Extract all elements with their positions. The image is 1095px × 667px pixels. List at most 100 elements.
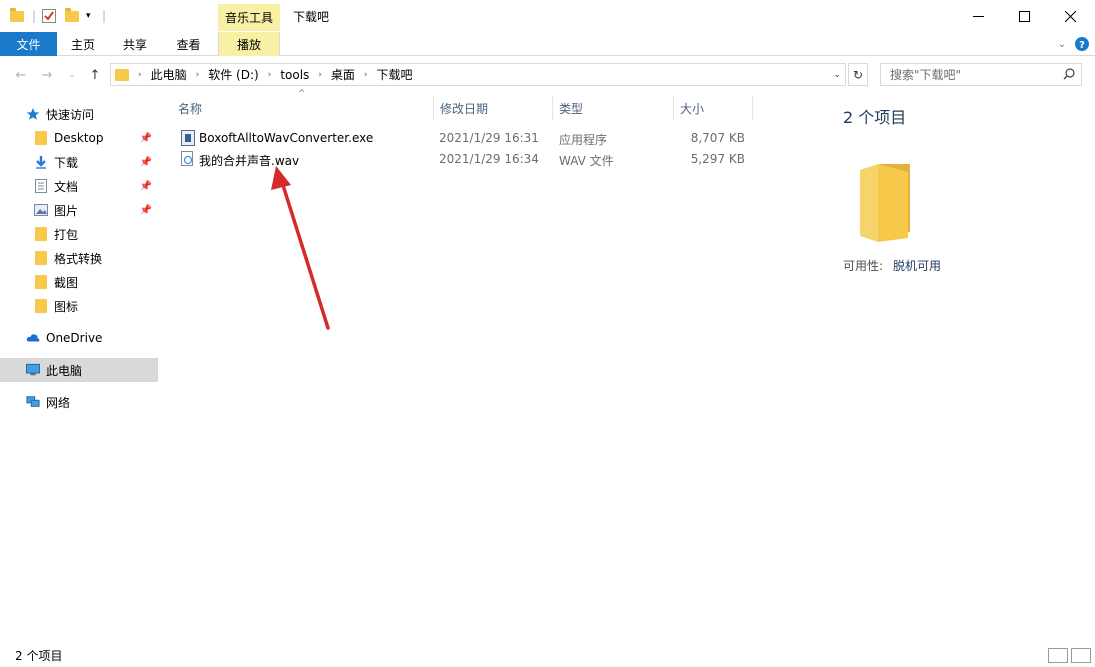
sidebar-item-pictures[interactable]: 图片 📌 — [0, 198, 158, 222]
sidebar-item-label: 快速访问 — [46, 107, 95, 122]
tab-view[interactable]: 查看 — [161, 32, 216, 56]
maximize-button[interactable] — [1001, 0, 1047, 32]
sidebar-item-quick-access[interactable]: 快速访问 — [0, 102, 158, 126]
folder-icon — [34, 227, 48, 241]
breadcrumb-desktop[interactable]: 桌面 — [331, 66, 355, 83]
column-header-name[interactable]: 名称 — [172, 96, 434, 121]
separator: | — [102, 9, 107, 23]
pin-icon: 📌 — [139, 132, 152, 144]
breadcrumb-drive[interactable]: 软件 (D:) — [208, 66, 258, 83]
forward-icon[interactable]: → — [38, 66, 56, 84]
properties-icon[interactable] — [42, 6, 56, 26]
folder-icon — [34, 131, 48, 145]
exe-icon — [181, 130, 195, 146]
sidebar-item-folder[interactable]: 截图 — [0, 270, 158, 294]
pin-icon: 📌 — [139, 180, 152, 192]
ribbon-expand-icon[interactable]: ⌄ — [1054, 32, 1070, 56]
tab-play[interactable]: 播放 — [218, 32, 280, 56]
tab-share[interactable]: 共享 — [109, 32, 161, 56]
sidebar-item-desktop[interactable]: Desktop 📌 — [0, 126, 158, 150]
folder-icon — [34, 275, 48, 289]
address-bar[interactable]: › 此电脑 › 软件 (D:) › tools › 桌面 › 下载吧 ⌄ — [110, 63, 846, 86]
pin-icon: 📌 — [139, 156, 152, 168]
sidebar-item-label: OneDrive — [46, 331, 103, 345]
file-type: 应用程序 — [559, 133, 608, 147]
availability-label: 可用性: — [843, 259, 884, 273]
sidebar-item-network[interactable]: 网络 — [0, 390, 158, 414]
details-view-button[interactable] — [1048, 648, 1068, 663]
tab-file[interactable]: 文件 — [0, 32, 57, 56]
sidebar-item-label: 图片 — [54, 203, 79, 218]
column-header-size[interactable]: 大小 — [674, 96, 753, 121]
wav-icon — [181, 151, 193, 166]
sidebar-item-label: 打包 — [54, 227, 79, 242]
folder-icon — [34, 251, 48, 265]
address-row: ← → ⌄ ↑ › 此电脑 › 软件 (D:) › tools › 桌面 › 下… — [0, 62, 1095, 88]
file-size: 8,707 KB — [690, 131, 745, 145]
folder-icon — [34, 299, 48, 313]
svg-text:?: ? — [1079, 40, 1085, 51]
contextual-tab-group: 音乐工具 — [218, 4, 280, 31]
large-icons-view-button[interactable] — [1071, 648, 1091, 663]
availability-value: 脱机可用 — [893, 259, 942, 273]
close-button[interactable] — [1047, 0, 1093, 32]
status-item-count: 2 个项目 — [15, 649, 63, 663]
sidebar-item-folder[interactable]: 格式转换 — [0, 246, 158, 270]
sidebar-item-label: 网络 — [46, 395, 71, 410]
file-date: 2021/1/29 16:34 — [439, 152, 539, 166]
refresh-icon[interactable]: ↻ — [848, 63, 868, 86]
search-icon — [1063, 68, 1075, 83]
file-type: WAV 文件 — [559, 154, 614, 168]
sidebar-item-this-pc[interactable]: 此电脑 — [0, 358, 158, 382]
table-row[interactable]: BoxoftAlltoWavConverter.exe 2021/1/29 16… — [175, 128, 755, 149]
new-folder-icon[interactable] — [65, 6, 79, 26]
sidebar-item-folder[interactable]: 图标 — [0, 294, 158, 318]
back-icon[interactable]: ← — [12, 66, 30, 84]
sidebar-item-onedrive[interactable]: OneDrive — [0, 326, 158, 350]
annotation-arrow — [271, 166, 330, 330]
sidebar-item-documents[interactable]: 文档 📌 — [0, 174, 158, 198]
sidebar-item-label: Desktop — [54, 131, 104, 145]
status-bar: 2 个项目 — [0, 644, 1095, 667]
window-title: 下载吧 — [293, 10, 330, 24]
breadcrumb-this-pc[interactable]: 此电脑 — [151, 66, 187, 83]
pin-icon: 📌 — [139, 204, 152, 216]
ribbon-tabs: 文件 主页 共享 查看 播放 ⌄ ? — [0, 32, 1095, 56]
sidebar-item-label: 下载 — [54, 155, 79, 170]
computer-icon — [26, 363, 40, 377]
column-header-date[interactable]: 修改日期 — [434, 96, 553, 121]
title-bar: | ▾ | 音乐工具 下载吧 — [0, 0, 1095, 32]
sidebar-item-folder[interactable]: 打包 — [0, 222, 158, 246]
folder-icon — [115, 68, 129, 81]
sidebar-item-label: 截图 — [54, 275, 79, 290]
picture-icon — [34, 203, 48, 217]
sidebar-item-label: 图标 — [54, 299, 79, 314]
sidebar-item-downloads[interactable]: 下载 📌 — [0, 150, 158, 174]
download-icon — [34, 155, 48, 169]
breadcrumb-current[interactable]: 下载吧 — [377, 66, 413, 83]
chevron-right-icon[interactable]: › — [318, 70, 322, 80]
sidebar-item-label: 此电脑 — [46, 363, 83, 378]
file-size: 5,297 KB — [690, 152, 745, 166]
chevron-right-icon[interactable]: › — [268, 70, 272, 80]
up-icon[interactable]: ↑ — [86, 66, 104, 84]
breadcrumb-tools[interactable]: tools — [280, 68, 309, 82]
document-icon — [34, 179, 48, 193]
separator: | — [32, 9, 37, 23]
recent-locations-icon[interactable]: ⌄ — [63, 66, 81, 84]
network-icon — [26, 395, 40, 409]
cloud-icon — [26, 331, 40, 345]
sidebar-item-label: 格式转换 — [54, 251, 103, 266]
customize-qa-icon[interactable]: ▾ — [86, 6, 91, 26]
tab-home[interactable]: 主页 — [57, 32, 109, 56]
help-icon[interactable]: ? — [1074, 32, 1090, 56]
column-header-type[interactable]: 类型 — [553, 96, 674, 121]
chevron-down-icon[interactable]: ⌄ — [833, 70, 841, 80]
chevron-right-icon[interactable]: › — [138, 70, 142, 80]
minimize-button[interactable] — [955, 0, 1001, 32]
file-name: BoxoftAlltoWavConverter.exe — [199, 131, 374, 145]
star-icon — [26, 107, 40, 121]
search-input[interactable]: 搜索"下载吧" — [880, 63, 1082, 86]
chevron-right-icon[interactable]: › — [196, 70, 200, 80]
chevron-right-icon[interactable]: › — [364, 70, 368, 80]
